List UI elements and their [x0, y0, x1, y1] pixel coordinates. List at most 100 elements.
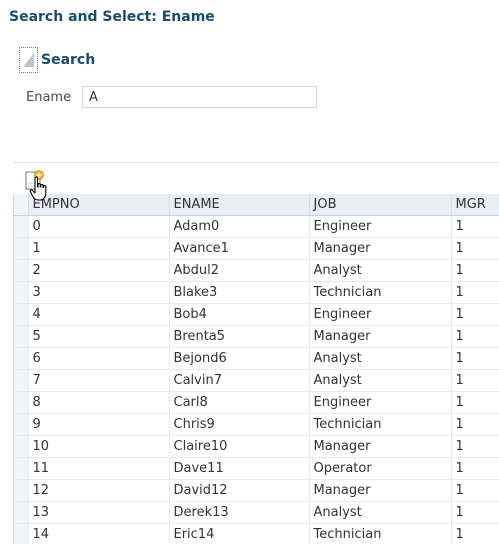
cell-job: Analyst: [309, 259, 452, 282]
cell-mgr: 1: [451, 215, 499, 238]
column-header-mgr[interactable]: MGR: [451, 194, 499, 216]
row-gutter-cell[interactable]: [14, 259, 29, 282]
cell-empno: 6: [28, 347, 170, 370]
row-header-gutter: [14, 194, 29, 216]
search-section-header[interactable]: Search: [19, 46, 95, 74]
cell-ename: Claire10: [169, 435, 310, 458]
cell-ename: David12: [169, 479, 310, 502]
table-row[interactable]: 14 Eric14 Technician 1: [14, 523, 499, 544]
cell-mgr: 1: [451, 413, 499, 436]
cell-mgr: 1: [451, 391, 499, 414]
row-gutter-cell[interactable]: [14, 325, 29, 348]
cell-job: Engineer: [309, 391, 452, 414]
column-header-empno[interactable]: EMPNO: [28, 194, 170, 216]
cell-ename: Carl8: [169, 391, 310, 414]
cell-mgr: 1: [451, 479, 499, 502]
row-gutter-cell[interactable]: [14, 215, 29, 238]
table-row[interactable]: 8 Carl8 Engineer 1: [14, 391, 499, 414]
cell-ename: Derek13: [169, 501, 310, 524]
cell-empno: 12: [28, 479, 170, 502]
table-row[interactable]: 12 David12 Manager 1: [14, 479, 499, 502]
row-gutter-cell[interactable]: [14, 501, 29, 524]
cell-job: Manager: [309, 325, 452, 348]
cell-empno: 8: [28, 391, 170, 414]
table-row[interactable]: 1 Avance1 Manager 1: [14, 237, 499, 260]
cell-job: Analyst: [309, 347, 452, 370]
cell-mgr: 1: [451, 281, 499, 304]
cell-job: Technician: [309, 413, 452, 436]
section-divider: [13, 162, 499, 163]
row-gutter-cell[interactable]: [14, 391, 29, 414]
cell-mgr: 1: [451, 435, 499, 458]
table-row[interactable]: 4 Bob4 Engineer 1: [14, 303, 499, 326]
results-table-container[interactable]: EMPNO ENAME JOB MGR 0 Adam0 Engineer 1 1 Avan…: [13, 194, 499, 544]
table-row[interactable]: 9 Chris9 Technician 1: [14, 413, 499, 436]
cell-ename: Bob4: [169, 303, 310, 326]
cell-job: Engineer: [309, 215, 452, 238]
row-gutter-cell[interactable]: [14, 237, 29, 260]
search-section-label: Search: [41, 52, 96, 68]
cell-empno: 0: [28, 215, 170, 238]
cell-job: Engineer: [309, 303, 452, 326]
table-row[interactable]: 5 Brenta5 Manager 1: [14, 325, 499, 348]
cell-empno: 11: [28, 457, 170, 480]
cell-mgr: 1: [451, 457, 499, 480]
cell-job: Manager: [309, 237, 452, 260]
cell-mgr: 1: [451, 303, 499, 326]
cell-ename: Dave11: [169, 457, 310, 480]
table-row[interactable]: 11 Dave11 Operator 1: [14, 457, 499, 480]
table-header-row: EMPNO ENAME JOB MGR: [14, 194, 499, 216]
cell-empno: 2: [28, 259, 170, 282]
column-header-job[interactable]: JOB: [309, 194, 452, 216]
cell-empno: 7: [28, 369, 170, 392]
cell-empno: 13: [28, 501, 170, 524]
ename-search-input[interactable]: [82, 86, 317, 108]
cell-ename: Chris9: [169, 413, 310, 436]
cell-ename: Abdul2: [169, 259, 310, 282]
dialog-title: Search and Select: Ename: [9, 9, 215, 25]
cell-mgr: 1: [451, 369, 499, 392]
row-gutter-cell[interactable]: [14, 369, 29, 392]
cell-empno: 3: [28, 281, 170, 304]
table-row[interactable]: 6 Bejond6 Analyst 1: [14, 347, 499, 370]
disclosure-triangle-icon[interactable]: [19, 47, 38, 73]
cell-empno: 9: [28, 413, 170, 436]
table-row[interactable]: 13 Derek13 Analyst 1: [14, 501, 499, 524]
cell-job: Analyst: [309, 369, 452, 392]
cell-empno: 10: [28, 435, 170, 458]
table-row[interactable]: 2 Abdul2 Analyst 1: [14, 259, 499, 282]
cell-mgr: 1: [451, 501, 499, 524]
table-row[interactable]: 0 Adam0 Engineer 1: [14, 215, 499, 238]
cell-ename: Eric14: [169, 523, 310, 544]
row-gutter-cell[interactable]: [14, 303, 29, 326]
cell-job: Technician: [309, 281, 452, 304]
row-gutter-cell[interactable]: [14, 435, 29, 458]
row-gutter-cell[interactable]: [14, 479, 29, 502]
table-row[interactable]: 10 Claire10 Manager 1: [14, 435, 499, 458]
cell-empno: 14: [28, 523, 170, 544]
cell-mgr: 1: [451, 237, 499, 260]
row-gutter-cell[interactable]: [14, 523, 29, 544]
table-row[interactable]: 7 Calvin7 Analyst 1: [14, 369, 499, 392]
cell-ename: Brenta5: [169, 325, 310, 348]
table-row[interactable]: 3 Blake3 Technician 1: [14, 281, 499, 304]
cell-empno: 1: [28, 237, 170, 260]
cell-mgr: 1: [451, 523, 499, 544]
row-gutter-cell[interactable]: [14, 347, 29, 370]
row-gutter-cell[interactable]: [14, 413, 29, 436]
cell-job: Operator: [309, 457, 452, 480]
cell-job: Manager: [309, 435, 452, 458]
column-header-ename[interactable]: ENAME: [169, 194, 310, 216]
cell-empno: 5: [28, 325, 170, 348]
cell-ename: Blake3: [169, 281, 310, 304]
new-row-icon[interactable]: [24, 169, 46, 191]
table-body: 0 Adam0 Engineer 1 1 Avance1 Manager 1 2 Abdul2 An…: [14, 215, 499, 544]
cell-ename: Bejond6: [169, 347, 310, 370]
cell-job: Analyst: [309, 501, 452, 524]
results-table: EMPNO ENAME JOB MGR 0 Adam0 Engineer 1 1 Avan…: [14, 194, 499, 544]
row-gutter-cell[interactable]: [14, 281, 29, 304]
cell-ename: Avance1: [169, 237, 310, 260]
cell-mgr: 1: [451, 347, 499, 370]
cell-job: Technician: [309, 523, 452, 544]
row-gutter-cell[interactable]: [14, 457, 29, 480]
